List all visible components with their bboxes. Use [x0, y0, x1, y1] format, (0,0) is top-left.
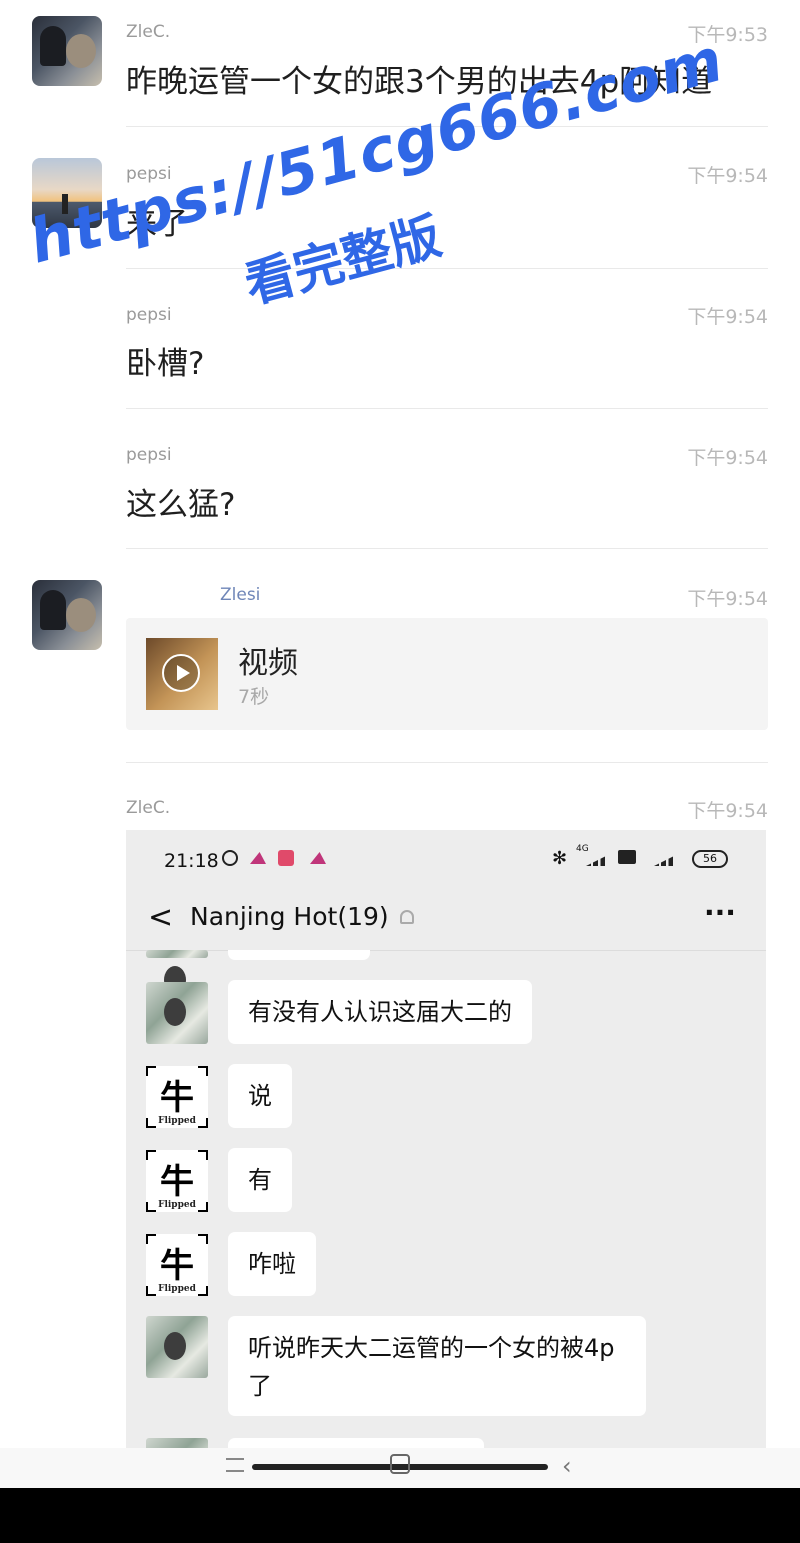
chat-bubble[interactable]: 听说昨天大二运管的一个女的被4p了: [228, 1316, 646, 1416]
message-text[interactable]: 这么猛?: [126, 479, 235, 524]
mute-bell-icon: [400, 910, 414, 924]
signal-icon: [586, 854, 610, 866]
chat-bubble[interactable]: 说: [228, 1064, 292, 1128]
avatar-glyph: 牛: [160, 1246, 194, 1286]
app-notification-icon: [310, 852, 326, 864]
sender-name: ZleC.: [126, 22, 171, 42]
avatar[interactable]: [146, 982, 208, 1044]
avatar-glyph: 牛: [160, 1162, 194, 1202]
chat-bubble[interactable]: 咋啦: [228, 1232, 316, 1296]
flipped-avatar[interactable]: 牛 Flipped: [146, 1150, 208, 1212]
sender-name: pepsi: [126, 305, 172, 325]
avatar-caption: Flipped: [158, 1116, 196, 1126]
app-notification-icon: [250, 852, 266, 864]
avatar[interactable]: [32, 580, 102, 650]
divider: [126, 268, 768, 269]
menu-icon[interactable]: [226, 1458, 244, 1472]
video-title: 视频: [238, 646, 298, 681]
message-time: 下午9:54: [687, 306, 768, 328]
avatar[interactable]: [32, 16, 102, 86]
message-time: 下午9:54: [687, 800, 768, 822]
more-options-button[interactable]: ···: [704, 896, 736, 929]
divider: [126, 548, 768, 549]
network-label: 4G: [576, 844, 589, 854]
app-notification-icon: [278, 850, 294, 866]
battery-icon: 56: [692, 850, 728, 868]
avatar-glyph: 牛: [160, 1078, 194, 1118]
flipped-avatar[interactable]: 牛 Flipped: [146, 1234, 208, 1296]
chat-header: < Nanjing Hot(19) ···: [126, 888, 766, 951]
chat-bubble[interactable]: 有没有人认识这届大二的: [228, 980, 532, 1044]
message-text[interactable]: 卧槽?: [126, 338, 204, 383]
sender-name: pepsi: [126, 445, 172, 465]
avatar: [146, 950, 208, 994]
message-time: 下午9:54: [687, 165, 768, 187]
bluetooth-icon: ✻: [552, 848, 568, 869]
inner-status-bar: 21:18 ✻ 4G 56: [126, 830, 766, 888]
divider: [126, 762, 768, 763]
video-message-card[interactable]: 视频 7秒: [126, 618, 768, 730]
flipped-avatar[interactable]: 牛 Flipped: [146, 1066, 208, 1128]
video-duration: 7秒: [238, 686, 270, 708]
group-title: Nanjing Hot(19): [190, 902, 389, 931]
alarm-icon: [222, 850, 238, 866]
avatar[interactable]: [146, 1316, 208, 1378]
divider: [126, 408, 768, 409]
bottom-black-bar: [0, 1488, 800, 1543]
avatar-caption: Flipped: [158, 1200, 196, 1210]
sender-name: ZleC.: [126, 798, 171, 818]
message-time: 下午9:54: [687, 588, 768, 610]
system-nav-bar: ‹: [0, 1448, 800, 1488]
partial-bubble: [228, 950, 370, 960]
chat-bubble[interactable]: 有: [228, 1148, 292, 1212]
home-icon[interactable]: [390, 1454, 410, 1474]
sender-name: Zlesi: [220, 585, 261, 605]
status-time: 21:18: [164, 850, 219, 872]
video-thumbnail[interactable]: [146, 638, 218, 710]
avatar-caption: Flipped: [158, 1284, 196, 1294]
hd-icon: [618, 850, 636, 864]
back-button[interactable]: <: [148, 900, 173, 935]
signal-icon: [654, 854, 678, 866]
play-icon[interactable]: [162, 654, 200, 692]
image-message-screenshot[interactable]: 21:18 ✻ 4G 56 < Nanjing Hot(19) ··· 有没有人…: [126, 830, 766, 1490]
back-chevron-icon[interactable]: ‹: [562, 1452, 572, 1480]
message-time: 下午9:54: [687, 447, 768, 469]
